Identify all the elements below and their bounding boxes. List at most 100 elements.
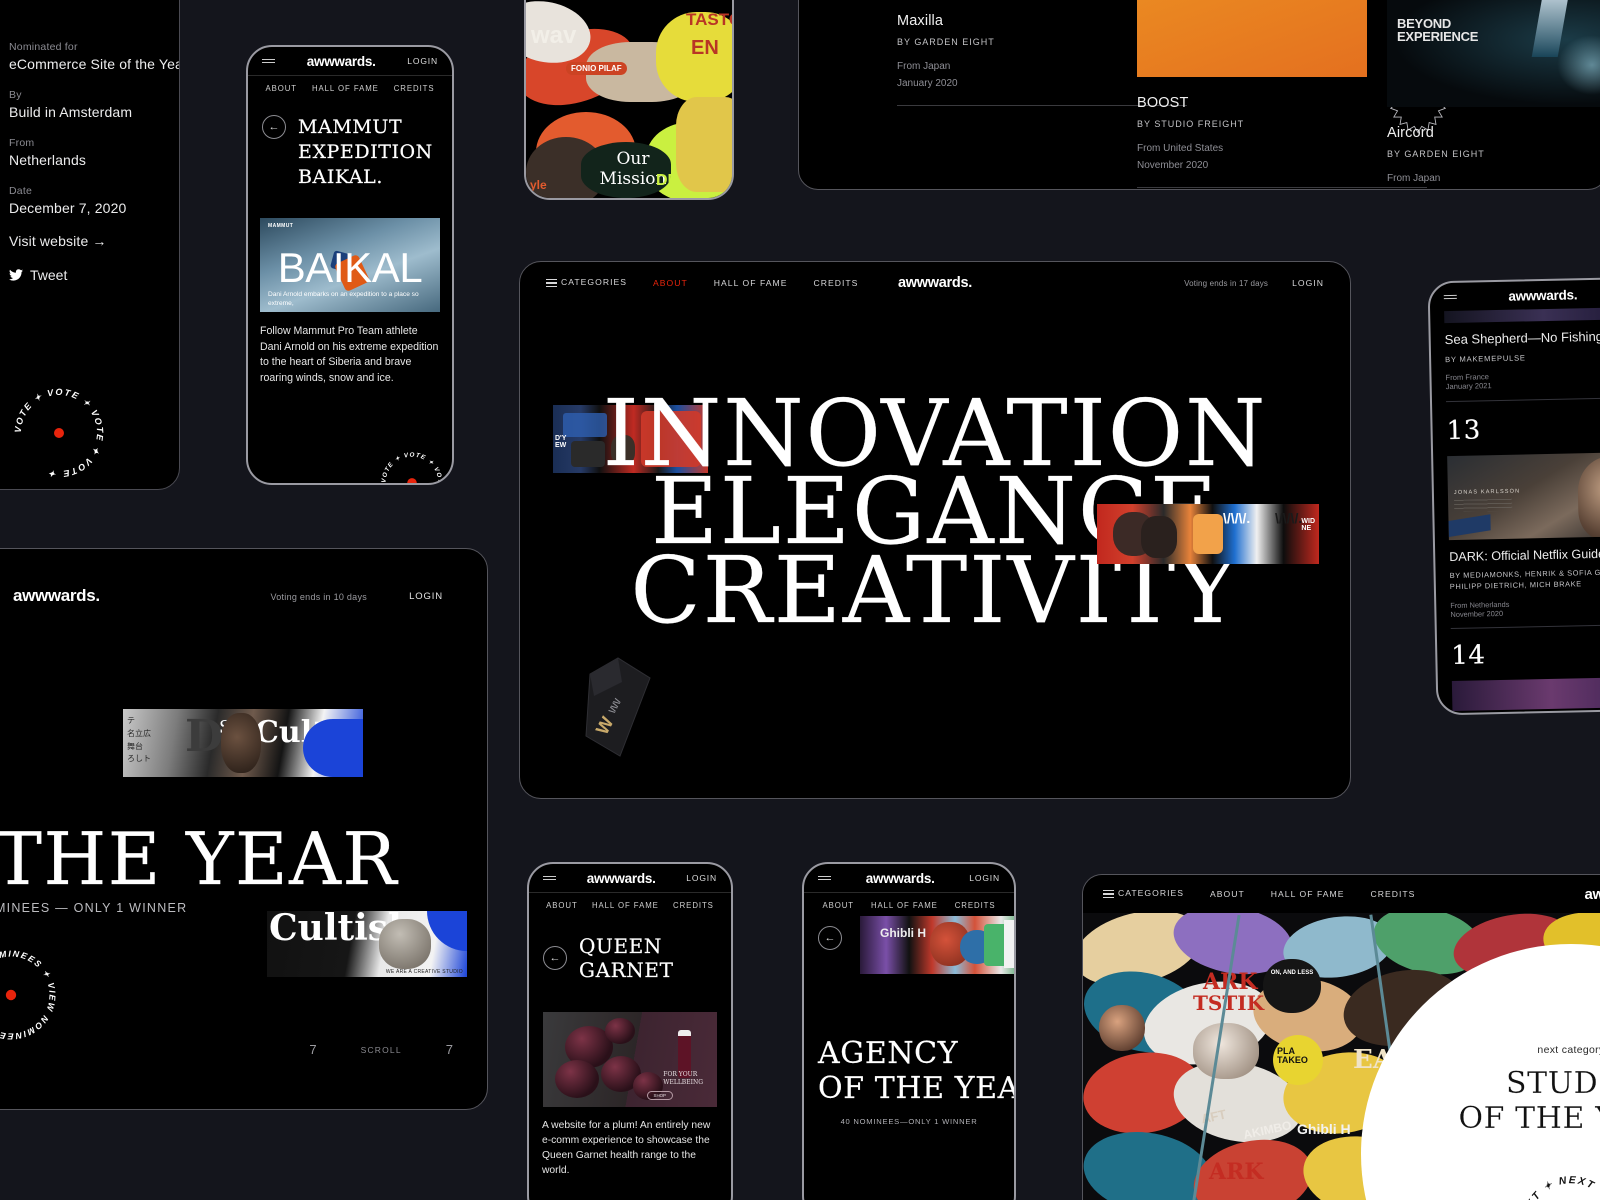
- nav-item-hall-of-fame[interactable]: HALL OF FAME: [1271, 889, 1345, 899]
- vote-circular-badge[interactable]: VOTE ✦ VOTE ✦ VOTE ✦ VOTE ✦: [7, 381, 111, 485]
- login-button[interactable]: LOGIN: [1292, 278, 1324, 288]
- view-nominees-circular-badge[interactable]: VIEW NOMINEES ✦ VIEW NOMINEES ✦: [0, 941, 65, 1049]
- brand-logo[interactable]: awwwards.: [866, 871, 935, 886]
- collage-word: TSTIK: [1193, 991, 1264, 1015]
- main-navbar: CATEGORIES ABOUT HALL OF FAME CREDITS aw…: [520, 262, 1350, 304]
- arrow-left-icon[interactable]: ←: [543, 946, 567, 970]
- subnav-item-credits[interactable]: CREDITS: [955, 901, 996, 910]
- voting-countdown: Voting ends in 10 days: [270, 592, 367, 602]
- nav-item-credits[interactable]: CREDITS: [1370, 889, 1415, 899]
- nominee-card[interactable]: SICK NOT SICK BE PROACTIVE NOT REACTIVE …: [1137, 0, 1447, 188]
- scroll-right-count: 7: [445, 1042, 453, 1057]
- collage-word: ARK: [1209, 1159, 1264, 1185]
- hero-thumbnail-right: \/\/\/. \/\/\/. WID NE: [1097, 504, 1319, 564]
- list-item-author: BY MEDIAMONKS, HENRIK & SOFIA GRANNY, PH…: [1449, 567, 1600, 592]
- next-circular-badge[interactable]: NEXT ✦ NEXT ✦ NEXT ✦ NEXT ✦: [1511, 1166, 1600, 1200]
- page-title: MAMMUT EXPEDITION BAIKAL.: [298, 116, 433, 189]
- queen-garnet-phone: awwwards. LOGIN ABOUT HALL OF FAME CREDI…: [527, 862, 733, 1200]
- main-navbar: CATEGORIES ABOUT HALL OF FAME CREDITS aw…: [1083, 875, 1600, 913]
- meta-label: Nominated for: [9, 41, 78, 53]
- thumb-word: EXPERIENCE: [1397, 29, 1479, 44]
- nominee-card[interactable]: BEYOND EXPERIENCE Aircord BY GARDEN EIGH…: [1387, 0, 1600, 189]
- subnav-item-hall-of-fame[interactable]: HALL OF FAME: [592, 901, 659, 910]
- hamburger-icon[interactable]: [543, 873, 556, 883]
- scroll-label: SCROLL: [360, 1044, 402, 1055]
- hamburger-icon: [546, 277, 557, 289]
- about-hero-panel: CATEGORIES ABOUT HALL OF FAME CREDITS aw…: [519, 261, 1351, 799]
- svg-text:NEXT ✦ NEXT ✦ NEXT ✦ NEXT ✦: NEXT ✦ NEXT ✦ NEXT ✦ NEXT ✦: [1520, 1175, 1600, 1200]
- nav-item-hall-of-fame[interactable]: HALL OF FAME: [714, 278, 788, 288]
- login-button[interactable]: LOGIN: [409, 591, 443, 602]
- vote-circular-badge[interactable]: VOTE ✦ VOTE ✦ VOTE ✦ VOTE ✦: [376, 447, 448, 483]
- list-item-rank: 14: [1451, 640, 1486, 671]
- twitter-icon: [9, 269, 23, 281]
- hamburger-icon[interactable]: [262, 56, 275, 66]
- categories-menu-button[interactable]: CATEGORIES: [546, 277, 627, 289]
- trophy-object: W \/\/\/: [572, 652, 662, 767]
- voting-countdown: Voting ends in 17 days: [1184, 278, 1269, 288]
- list-item-thumbnail: [1451, 676, 1600, 711]
- hamburger-icon: [1103, 888, 1114, 900]
- brand-logo[interactable]: awwwards.: [1508, 287, 1577, 303]
- list-item-rank: 13: [1446, 415, 1482, 446]
- collage-word: EN: [691, 37, 719, 59]
- meta-label: Date: [9, 185, 33, 197]
- phone-topbar: awwwards.: [1430, 279, 1600, 312]
- thumb-word: WELLBEING: [663, 1078, 703, 1086]
- nominee-thumbnail[interactable]: Ghibli H: [860, 916, 1014, 974]
- nav-item-about[interactable]: ABOUT: [1210, 889, 1245, 899]
- card-origin: From Japan: [1387, 173, 1441, 184]
- subnav-item-about[interactable]: ABOUT: [265, 84, 297, 93]
- phone-topbar: awwwards. LOGIN: [804, 864, 1014, 892]
- list-item-title: DARK: Official Netflix Guide: [1449, 546, 1600, 564]
- arrow-left-icon[interactable]: ←: [262, 115, 286, 139]
- list-divider: [1450, 623, 1600, 629]
- nominee-thumbnail-lower[interactable]: Cultish WE ARE A CREATIVE STUDIO: [267, 911, 467, 977]
- nominee-cards-panel: Maxilla BY GARDEN EIGHT From Japan Janua…: [798, 0, 1600, 190]
- subnav-item-credits[interactable]: CREDITS: [394, 84, 435, 93]
- collage-word: DE: [656, 172, 679, 189]
- card-thumbnail: SICK NOT SICK BE PROACTIVE NOT REACTIVE …: [1137, 0, 1367, 77]
- categories-label: CATEGORIES: [561, 277, 628, 288]
- collage-word: FONIO PILAF: [566, 62, 627, 75]
- categories-menu-button[interactable]: CATEGORIES: [1103, 888, 1184, 900]
- subnav-item-about[interactable]: ABOUT: [546, 901, 578, 910]
- phone-topbar: awwwards. LOGIN: [529, 864, 731, 892]
- next-category-panel: ON, AND LESS PLA TAKEO ARK TSTIK ARK EAI…: [1082, 874, 1600, 1200]
- login-button[interactable]: LOGIN: [407, 56, 438, 66]
- mammut-phone: awwwards. LOGIN ABOUT HALL OF FAME CREDI…: [246, 45, 454, 485]
- visit-website-link[interactable]: Visit website →: [9, 233, 179, 249]
- brand-logo[interactable]: awwwards.: [307, 54, 376, 69]
- hamburger-icon[interactable]: [1443, 292, 1457, 302]
- subnav-item-hall-of-fame[interactable]: HALL OF FAME: [312, 84, 379, 93]
- brand-logo[interactable]: awwwards.: [898, 275, 972, 291]
- card-date: November 2020: [1387, 188, 1600, 189]
- thumb-word: WE ARE A CREATIVE STUDIO: [385, 969, 463, 975]
- page-title: QUEEN GARNET: [579, 934, 674, 982]
- scroll-left-count: 7: [309, 1042, 317, 1057]
- subnav-item-credits[interactable]: CREDITS: [673, 901, 714, 910]
- login-button[interactable]: LOGIN: [686, 873, 717, 883]
- subnav-item-about[interactable]: ABOUT: [822, 901, 854, 910]
- tweet-label: Tweet: [30, 267, 68, 283]
- list-divider: [1445, 396, 1600, 402]
- arrow-left-icon[interactable]: ←: [818, 926, 842, 950]
- thumb-brand: MAMMUT: [268, 223, 294, 230]
- collage-footer-phone: Our Mission wav FONIO PILAF TASTO EN Kle…: [524, 0, 734, 200]
- brand-logo[interactable]: awwwards.: [1585, 886, 1600, 903]
- subnav-item-hall-of-fame[interactable]: HALL OF FAME: [871, 901, 938, 910]
- card-title: Aircord: [1387, 125, 1434, 141]
- project-description: Follow Mammut Pro Team athlete Dani Arno…: [260, 325, 439, 384]
- collage-background: Our Mission wav FONIO PILAF TASTO EN Kle…: [526, 0, 732, 198]
- list-item-title: Sea Shepherd—No Fishing Net: [1444, 328, 1600, 348]
- card-author: BY GARDEN EIGHT: [1387, 149, 1485, 159]
- nav-item-credits[interactable]: CREDITS: [813, 278, 858, 288]
- brand-logo[interactable]: awwwards.: [13, 586, 100, 606]
- nominee-thumbnail-upper[interactable]: テ名立広舞台ろしト DE SL Cultish: [123, 709, 363, 777]
- login-button[interactable]: LOGIN: [969, 873, 1000, 883]
- hamburger-icon[interactable]: [818, 873, 831, 883]
- meta-value: eCommerce Site of the Year: [9, 56, 180, 72]
- brand-logo[interactable]: awwwards.: [587, 871, 656, 886]
- tweet-link[interactable]: Tweet: [9, 267, 179, 283]
- nav-item-about[interactable]: ABOUT: [653, 278, 688, 288]
